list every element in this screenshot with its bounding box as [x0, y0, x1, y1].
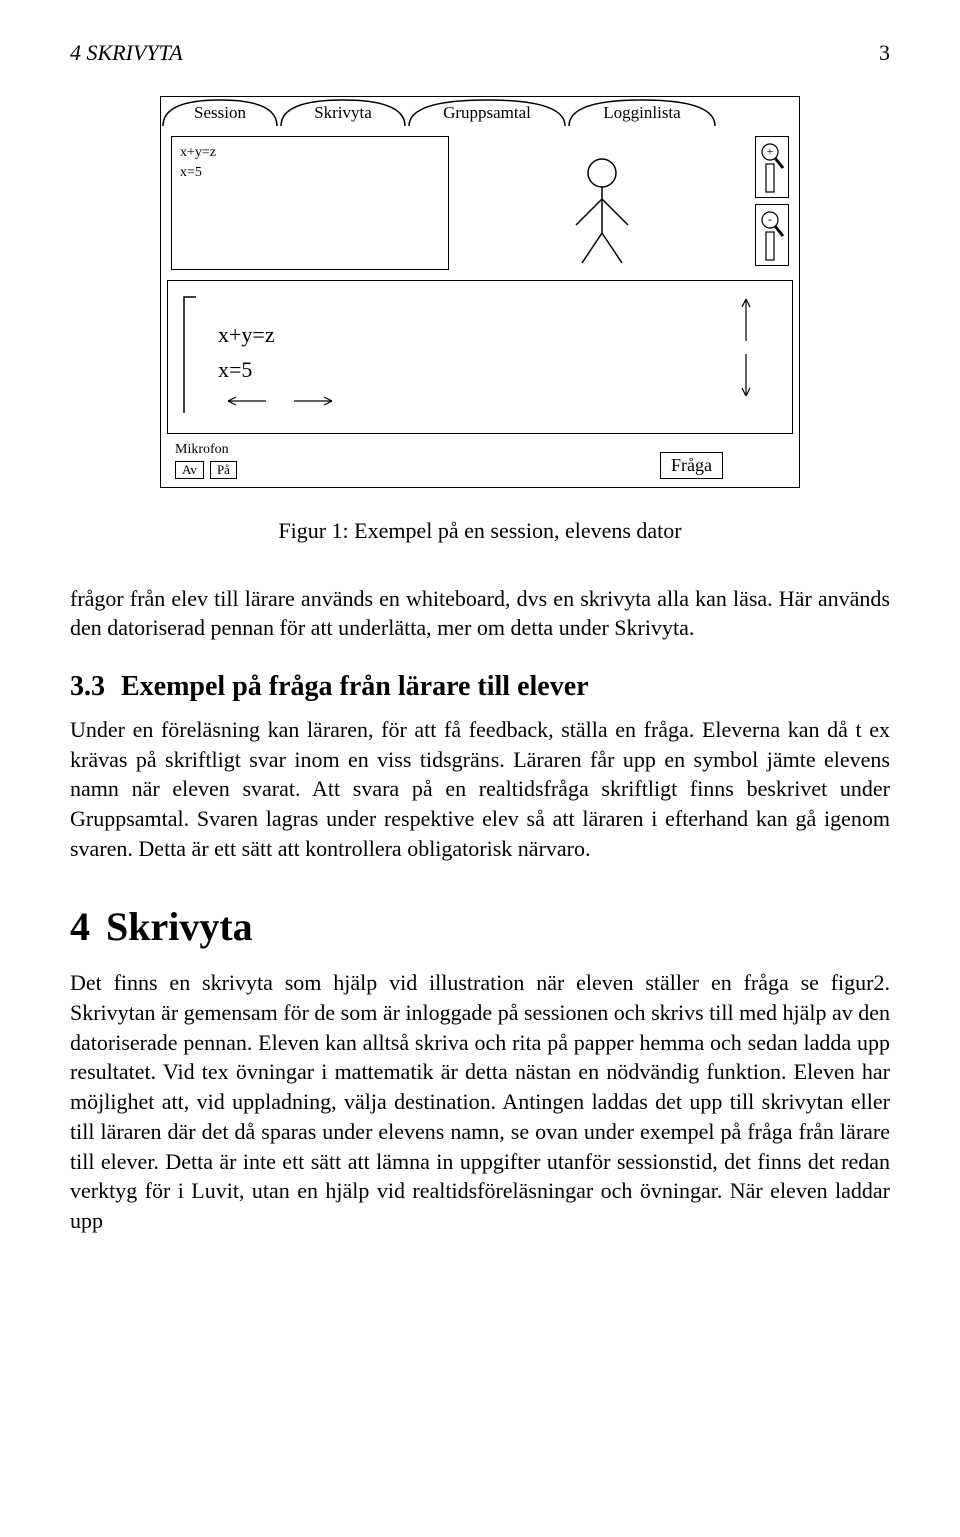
tab-gruppsamtal[interactable]: Gruppsamtal: [407, 96, 567, 126]
chapter-number: 4: [70, 904, 90, 949]
svg-text:Gruppsamtal: Gruppsamtal: [443, 103, 531, 122]
note-line-2: x=5: [180, 163, 440, 183]
svg-text:Skrivyta: Skrivyta: [314, 103, 372, 122]
running-head-left: 4 SKRIVYTA: [70, 40, 183, 66]
bracket-icon: [182, 295, 198, 415]
zoom-in-button[interactable]: +: [755, 136, 789, 198]
tab-session[interactable]: Session: [161, 96, 279, 126]
paragraph-2: Under en föreläsning kan läraren, för at…: [70, 715, 890, 863]
chapter-title: Skrivyta: [106, 904, 253, 949]
note-box: x+y=z x=5: [171, 136, 449, 270]
tab-skrivyta[interactable]: Skrivyta: [279, 96, 407, 126]
arrow-left-icon: [224, 383, 268, 418]
mic-on-button[interactable]: På: [210, 461, 237, 479]
ask-button[interactable]: Fråga: [660, 452, 723, 479]
tab-row: Session Skrivyta Gruppsamtal Logginlista: [161, 96, 799, 126]
svg-text:Logginlista: Logginlista: [603, 103, 681, 122]
arrow-up-icon: [738, 295, 778, 348]
running-head: 4 SKRIVYTA 3: [70, 40, 890, 66]
person-icon: [562, 155, 642, 270]
zoom-out-button[interactable]: -: [755, 204, 789, 266]
arrow-right-icon: [292, 383, 336, 418]
lower-panel: x+y=z x=5: [167, 280, 793, 434]
section-title: Exempel på fråga från lärare till elever: [121, 671, 589, 702]
figure-caption: Figur 1: Exempel på en session, elevens …: [160, 518, 800, 544]
section-number: 3.3: [70, 671, 105, 702]
svg-text:Session: Session: [194, 103, 246, 122]
running-head-page: 3: [879, 40, 890, 66]
note-line-1: x+y=z: [180, 143, 440, 163]
mic-off-button[interactable]: Av: [175, 461, 204, 479]
svg-text:-: -: [768, 212, 772, 226]
section-3-3-heading: 3.3 Exempel på fråga från lärare till ele…: [70, 671, 890, 703]
figure-1: Session Skrivyta Gruppsamtal Logginlista…: [160, 96, 800, 544]
lower-line-1: x+y=z: [218, 317, 718, 352]
paragraph-3: Det finns en skrivyta som hjälp vid illu…: [70, 968, 890, 1235]
svg-text:+: +: [767, 144, 774, 158]
arrow-down-icon: [738, 352, 778, 405]
mic-label: Mikrofon: [175, 442, 237, 458]
chapter-4-heading: 4 Skrivyta: [70, 903, 890, 950]
lower-line-2: x=5: [218, 352, 718, 387]
tab-logginlista[interactable]: Logginlista: [567, 96, 717, 126]
paragraph-1: frågor från elev till lärare används en …: [70, 584, 890, 643]
